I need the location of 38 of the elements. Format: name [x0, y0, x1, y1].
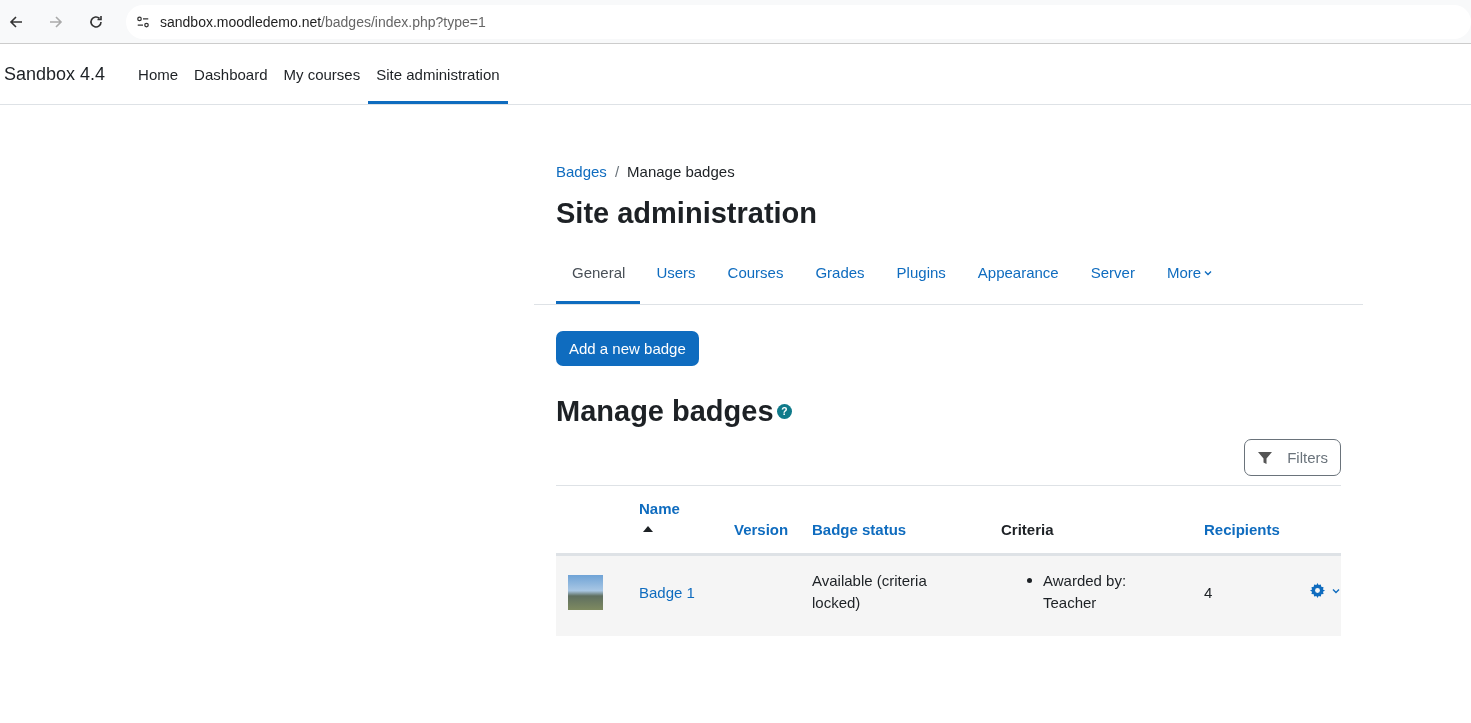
nav-link[interactable]: Dashboard [186, 44, 276, 104]
column-header[interactable]: Name [639, 500, 680, 517]
badge-status: Available (criteria locked) [812, 571, 928, 613]
column-header[interactable]: Version [734, 521, 789, 538]
tab[interactable]: Users [640, 251, 712, 304]
page-title: Site administration [556, 196, 819, 231]
tab[interactable]: More [1150, 251, 1230, 304]
section-title: Manage badges [556, 394, 774, 429]
nav-link[interactable]: My courses [275, 44, 369, 104]
nav-link[interactable]: Site administration [368, 44, 508, 104]
tab[interactable]: Appearance [961, 251, 1075, 304]
bullet-mark [1027, 578, 1032, 583]
add-badge-button[interactable]: Add a new badge [556, 331, 699, 366]
nav-link[interactable]: Home [130, 44, 187, 104]
badge-link[interactable]: Badge 1 [639, 583, 695, 601]
address-bar[interactable]: sandbox.moodledemo.net/badges/index.php?type=1 [126, 4, 1471, 39]
site-name[interactable]: Sandbox 4.4 [4, 63, 106, 85]
column-header[interactable]: Recipients [1204, 521, 1280, 538]
gear-icon [1310, 583, 1325, 598]
filters-button[interactable]: Filters [1244, 439, 1341, 476]
tab[interactable]: Grades [799, 251, 881, 304]
help-icon[interactable]: ? [776, 403, 792, 419]
actions-menu-button[interactable] [1310, 583, 1341, 598]
filter-icon [1257, 449, 1274, 466]
criteria-text: Awarded by: Teacher [1043, 571, 1128, 613]
tab[interactable]: General [556, 251, 641, 304]
breadcrumb-current: Manage badges [627, 163, 735, 181]
column-header[interactable]: Badge status [812, 521, 907, 538]
site-settings-icon[interactable] [136, 14, 150, 29]
url-text: sandbox.moodledemo.net/badges/index.php?type=1 [160, 13, 486, 30]
tab[interactable]: Plugins [880, 251, 962, 304]
tab[interactable]: Server [1074, 251, 1151, 304]
breadcrumb-link[interactable]: Badges [556, 163, 607, 181]
tab[interactable]: Courses [711, 251, 800, 304]
breadcrumb-separator: / [614, 163, 620, 181]
badge-image [568, 574, 603, 610]
column-header: Criteria [1001, 521, 1054, 538]
recipients-count: 4 [1204, 583, 1213, 601]
